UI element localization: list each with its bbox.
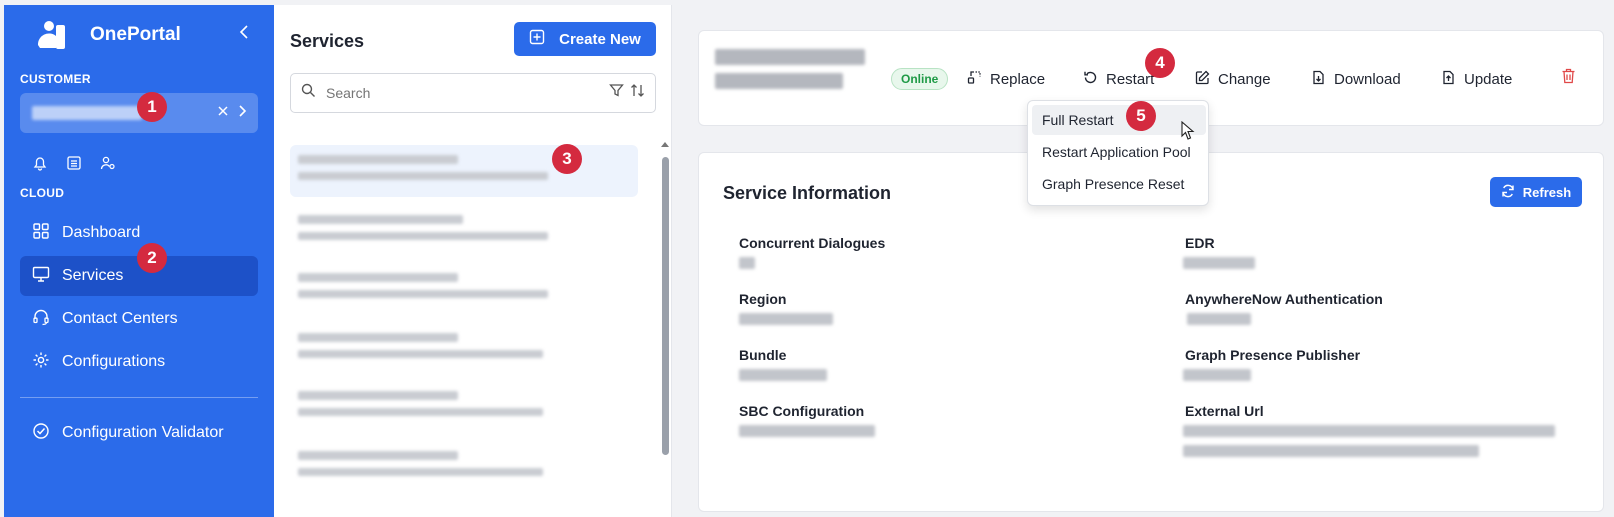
update-button[interactable]: Update <box>1441 68 1512 90</box>
field-value-redacted <box>739 369 827 389</box>
file-download-icon <box>1311 70 1326 89</box>
menu-item-graph-presence-reset[interactable]: Graph Presence Reset <box>1032 169 1206 199</box>
scroll-thumb[interactable] <box>662 157 669 455</box>
user-settings-icon[interactable] <box>100 155 116 176</box>
sidebar-item-label: Services <box>62 267 124 284</box>
filter-icon[interactable] <box>609 83 624 103</box>
create-new-label: Create New <box>559 30 641 48</box>
sidebar-item-configurations[interactable]: Configurations <box>20 342 258 382</box>
clear-icon[interactable] <box>216 104 230 123</box>
edit-icon <box>1195 70 1210 89</box>
change-button[interactable]: Change <box>1195 68 1271 90</box>
headset-icon <box>32 308 50 331</box>
refresh-label: Refresh <box>1522 184 1572 200</box>
grid-icon <box>32 222 50 245</box>
sort-icon[interactable] <box>630 83 645 103</box>
service-list-item[interactable] <box>290 323 638 375</box>
field-value-redacted <box>1187 313 1251 333</box>
sidebar-item-label: Configurations <box>62 353 166 370</box>
file-upload-icon <box>1441 70 1456 89</box>
field-value-redacted <box>1183 257 1255 277</box>
step-marker-3: 3 <box>552 144 582 174</box>
oneportal-logo-icon <box>34 19 68 51</box>
menu-item-restart-application-pool[interactable]: Restart Application Pool <box>1032 137 1206 167</box>
service-list-title: Services <box>290 31 365 51</box>
chevron-right-icon[interactable] <box>238 104 248 123</box>
step-marker-1: 1 <box>137 92 167 122</box>
monitor-icon <box>32 265 50 288</box>
refresh-icon <box>1501 184 1515 201</box>
field-value-redacted <box>1183 369 1251 389</box>
gear-icon <box>32 351 50 374</box>
step-marker-2: 2 <box>137 243 167 273</box>
service-list-item[interactable] <box>290 381 638 433</box>
field-label-sbc-configuration: SBC Configuration <box>739 403 865 419</box>
search-input[interactable] <box>326 85 599 101</box>
sidebar-item-label: Configuration Validator <box>62 424 224 441</box>
service-list-item[interactable] <box>290 205 638 257</box>
mouse-pointer-icon <box>1181 120 1195 146</box>
restart-button[interactable]: Restart <box>1083 68 1154 90</box>
scroll-up-icon[interactable] <box>660 139 670 149</box>
rotate-ccw-icon <box>1083 70 1098 89</box>
step-marker-5: 5 <box>1126 101 1156 131</box>
check-circle-icon <box>32 422 50 445</box>
sidebar-item-configuration-validator[interactable]: Configuration Validator <box>20 413 258 453</box>
trash-icon[interactable] <box>1561 68 1576 89</box>
cloud-section-label: CLOUD <box>20 186 65 200</box>
update-label: Update <box>1464 70 1513 88</box>
search-icon <box>301 83 316 103</box>
step-marker-4: 4 <box>1145 48 1175 78</box>
service-list-item[interactable] <box>290 441 638 493</box>
field-value-redacted <box>739 257 755 277</box>
app-root: OnePortal CUSTOMER CLOUD Dashboard Servi… <box>0 0 1614 517</box>
sidebar-item-dashboard[interactable]: Dashboard <box>20 213 258 253</box>
status-badge: Online <box>891 68 949 90</box>
sidebar-item-label: Dashboard <box>62 224 141 241</box>
menu-item-full-restart[interactable]: Full Restart <box>1032 105 1206 135</box>
download-button[interactable]: Download <box>1311 68 1401 90</box>
list-icon[interactable] <box>66 155 82 176</box>
service-list-item[interactable] <box>290 145 638 197</box>
brand: OnePortal <box>34 19 181 51</box>
replace-icon <box>967 70 982 89</box>
replace-label: Replace <box>990 70 1046 88</box>
restart-label: Restart <box>1106 70 1155 88</box>
field-value-redacted <box>739 313 833 333</box>
sidebar-item-contact-centers[interactable]: Contact Centers <box>20 299 258 339</box>
customer-value-redacted <box>32 106 142 120</box>
sidebar-divider <box>20 397 258 398</box>
field-label-region: Region <box>739 291 787 307</box>
field-label-external-url: External Url <box>1185 403 1264 419</box>
bell-icon[interactable] <box>32 155 48 176</box>
field-label-edr: EDR <box>1185 235 1215 251</box>
service-information-title: Service Information <box>723 183 892 203</box>
service-list-panel: Services Create New <box>274 5 672 517</box>
field-label-anywherenow-authentication: AnywhereNow Authentication <box>1185 291 1383 307</box>
quick-icons <box>32 155 116 176</box>
field-value-redacted <box>1183 425 1555 465</box>
change-label: Change <box>1218 70 1271 88</box>
refresh-button[interactable]: Refresh <box>1490 177 1582 207</box>
service-information-card: Service Information Refresh Concurrent D… <box>698 152 1604 512</box>
customer-section-label: CUSTOMER <box>20 72 91 86</box>
restart-dropdown-menu: Full Restart Restart Application Pool Gr… <box>1027 100 1209 206</box>
service-list-item[interactable] <box>290 263 638 315</box>
create-new-button[interactable]: Create New <box>514 22 656 56</box>
plus-square-icon <box>529 29 545 49</box>
app-name: OnePortal <box>90 24 181 45</box>
field-label-graph-presence-publisher: Graph Presence Publisher <box>1185 347 1361 363</box>
download-label: Download <box>1334 70 1401 88</box>
sidebar-item-label: Contact Centers <box>62 310 178 327</box>
chevron-left-icon[interactable] <box>238 25 250 44</box>
field-label-concurrent-dialogues: Concurrent Dialogues <box>739 235 886 251</box>
field-label-bundle: Bundle <box>739 347 787 363</box>
list-scrollbar[interactable] <box>660 137 670 517</box>
search-box <box>290 73 656 113</box>
field-value-redacted <box>739 425 875 445</box>
replace-button[interactable]: Replace <box>967 68 1045 90</box>
service-name-redacted <box>715 49 865 97</box>
